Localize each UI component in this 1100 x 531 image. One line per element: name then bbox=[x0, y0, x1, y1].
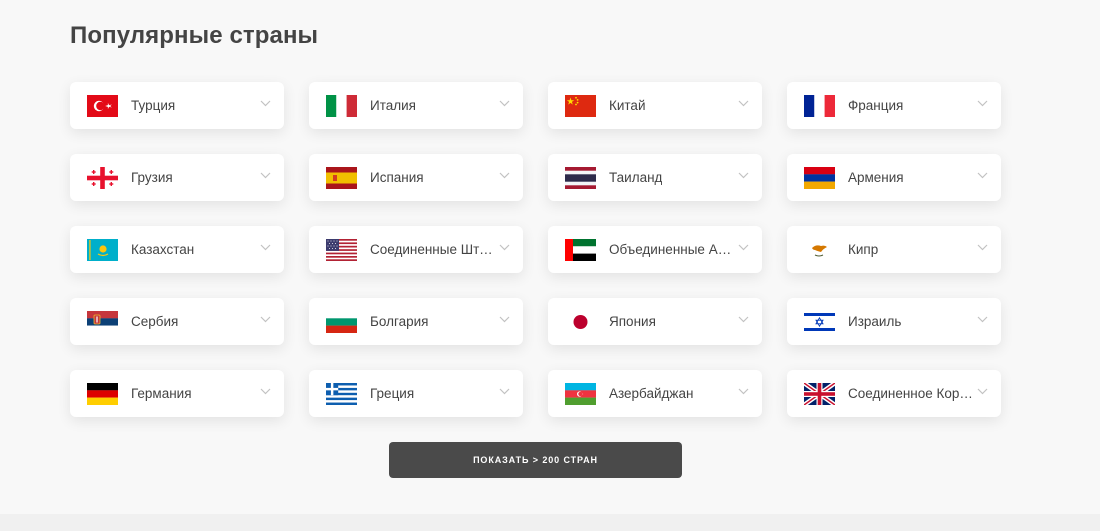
country-name: Болгария bbox=[370, 314, 429, 329]
country-card-uk[interactable]: Соединенное Коро... bbox=[787, 370, 1001, 417]
country-name: Франция bbox=[848, 98, 904, 113]
country-card-china[interactable]: Китай bbox=[548, 82, 762, 129]
usa-flag-icon bbox=[326, 238, 357, 261]
thailand-flag-icon bbox=[565, 166, 596, 189]
chevron-down-icon bbox=[499, 172, 510, 180]
country-card-uae[interactable]: Объединенные Ара... bbox=[548, 226, 762, 273]
chevron-down-icon bbox=[738, 172, 749, 180]
chevron-down-icon bbox=[499, 244, 510, 252]
country-name: Грузия bbox=[131, 170, 173, 185]
chevron-down-icon bbox=[260, 172, 271, 180]
japan-flag-icon bbox=[565, 310, 596, 333]
serbia-flag-icon bbox=[87, 310, 118, 333]
uae-flag-icon bbox=[565, 238, 596, 261]
france-flag-icon bbox=[804, 94, 835, 117]
country-name: Соединенные Штат... bbox=[370, 242, 495, 257]
georgia-flag-icon bbox=[87, 166, 118, 189]
country-card-azerbaijan[interactable]: Азербайджан bbox=[548, 370, 762, 417]
country-card-cyprus[interactable]: Кипр bbox=[787, 226, 1001, 273]
country-name: Азербайджан bbox=[609, 386, 694, 401]
azerbaijan-flag-icon bbox=[565, 382, 596, 405]
israel-flag-icon bbox=[804, 310, 835, 333]
country-name: Кипр bbox=[848, 242, 879, 257]
chevron-down-icon bbox=[977, 316, 988, 324]
country-name: Армения bbox=[848, 170, 904, 185]
chevron-down-icon bbox=[499, 388, 510, 396]
country-card-greece[interactable]: Греция bbox=[309, 370, 523, 417]
country-card-spain[interactable]: Испания bbox=[309, 154, 523, 201]
bulgaria-flag-icon bbox=[326, 310, 357, 333]
page-bottom-band bbox=[0, 514, 1100, 531]
chevron-down-icon bbox=[499, 316, 510, 324]
country-name: Италия bbox=[370, 98, 416, 113]
chevron-down-icon bbox=[738, 316, 749, 324]
chevron-down-icon bbox=[977, 244, 988, 252]
italy-flag-icon bbox=[326, 94, 357, 117]
country-name: Соединенное Коро... bbox=[848, 386, 973, 401]
chevron-down-icon bbox=[260, 316, 271, 324]
germany-flag-icon bbox=[87, 382, 118, 405]
country-card-germany[interactable]: Германия bbox=[70, 370, 284, 417]
cyprus-flag-icon bbox=[804, 238, 835, 261]
chevron-down-icon bbox=[260, 244, 271, 252]
armenia-flag-icon bbox=[804, 166, 835, 189]
country-card-serbia[interactable]: Сербия bbox=[70, 298, 284, 345]
country-name: Объединенные Ара... bbox=[609, 242, 734, 257]
country-name: Греция bbox=[370, 386, 415, 401]
chevron-down-icon bbox=[499, 100, 510, 108]
country-name: Таиланд bbox=[609, 170, 663, 185]
country-name: Турция bbox=[131, 98, 176, 113]
countries-grid: Турция Италия Китай Франция Грузия Испан… bbox=[70, 82, 1001, 417]
chevron-down-icon bbox=[738, 388, 749, 396]
country-card-georgia[interactable]: Грузия bbox=[70, 154, 284, 201]
chevron-down-icon bbox=[977, 388, 988, 396]
turkey-flag-icon bbox=[87, 94, 118, 117]
country-name: Япония bbox=[609, 314, 656, 329]
country-card-turkey[interactable]: Турция bbox=[70, 82, 284, 129]
country-name: Испания bbox=[370, 170, 424, 185]
chevron-down-icon bbox=[977, 100, 988, 108]
chevron-down-icon bbox=[260, 100, 271, 108]
greece-flag-icon bbox=[326, 382, 357, 405]
country-card-armenia[interactable]: Армения bbox=[787, 154, 1001, 201]
country-name: Казахстан bbox=[131, 242, 195, 257]
chevron-down-icon bbox=[260, 388, 271, 396]
spain-flag-icon bbox=[326, 166, 357, 189]
country-card-usa[interactable]: Соединенные Штат... bbox=[309, 226, 523, 273]
kazakhstan-flag-icon bbox=[87, 238, 118, 261]
country-card-italy[interactable]: Италия bbox=[309, 82, 523, 129]
country-name: Германия bbox=[131, 386, 192, 401]
country-name: Израиль bbox=[848, 314, 902, 329]
country-card-france[interactable]: Франция bbox=[787, 82, 1001, 129]
chevron-down-icon bbox=[977, 172, 988, 180]
country-name: Сербия bbox=[131, 314, 179, 329]
country-card-thailand[interactable]: Таиланд bbox=[548, 154, 762, 201]
country-card-bulgaria[interactable]: Болгария bbox=[309, 298, 523, 345]
country-card-japan[interactable]: Япония bbox=[548, 298, 762, 345]
china-flag-icon bbox=[565, 94, 596, 117]
section-title: Популярные страны bbox=[70, 22, 319, 49]
chevron-down-icon bbox=[738, 100, 749, 108]
chevron-down-icon bbox=[738, 244, 749, 252]
uk-flag-icon bbox=[804, 382, 835, 405]
country-card-israel[interactable]: Израиль bbox=[787, 298, 1001, 345]
show-all-countries-button[interactable]: ПОКАЗАТЬ > 200 СТРАН bbox=[389, 442, 682, 478]
country-card-kazakhstan[interactable]: Казахстан bbox=[70, 226, 284, 273]
country-name: Китай bbox=[609, 98, 646, 113]
